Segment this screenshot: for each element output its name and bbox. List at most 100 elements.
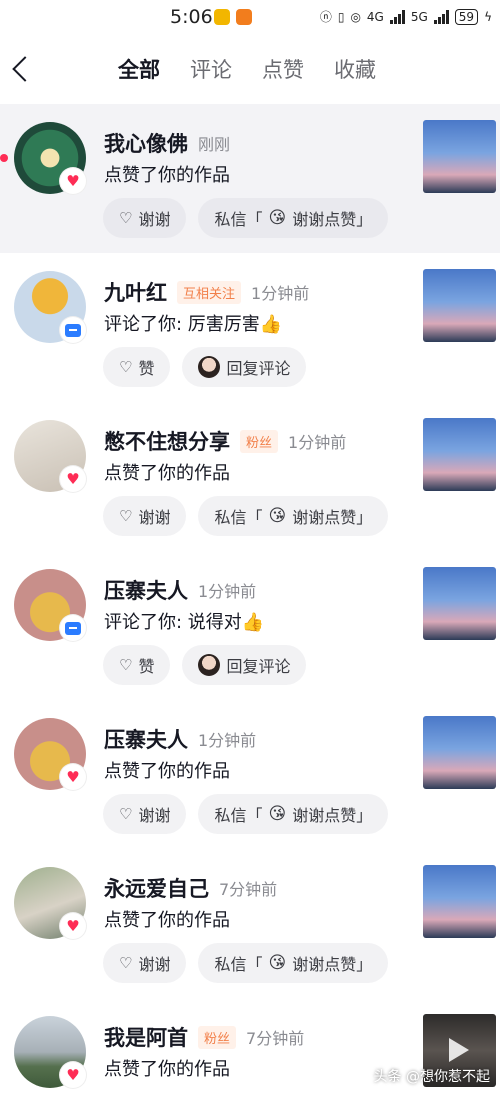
- thank-icon: ♡: [119, 209, 133, 227]
- message-thanks-button[interactable]: 私信「 😘 谢谢点赞」: [198, 794, 389, 834]
- user-name[interactable]: 憋不住想分享: [104, 426, 230, 456]
- action-text: 点赞了你的作品: [104, 165, 230, 186]
- action-text: 点赞了你的作品: [104, 910, 230, 931]
- thank-label: 谢谢: [138, 806, 171, 825]
- like-label: 赞: [138, 657, 155, 676]
- comment-badge: [60, 615, 86, 641]
- top-nav: 全部 评论 点赞 收藏: [0, 34, 500, 104]
- heart-icon: ♥: [66, 469, 80, 488]
- status-time: 5:06: [170, 6, 213, 28]
- vibrate-icon: ▯: [337, 9, 345, 24]
- signal-icon: [389, 9, 405, 24]
- action-text: 点赞了你的作品: [104, 1059, 230, 1080]
- notification-list: ♥ 我心像佛 刚刚 点赞了你的作品 ♡ 谢谢 私信「 😘 谢谢点赞」 九叶红 互相关注…: [0, 104, 500, 1098]
- thank-label: 谢谢: [138, 955, 171, 974]
- user-name[interactable]: 压寨夫人: [104, 575, 188, 605]
- thank-button[interactable]: ♡ 谢谢: [103, 198, 187, 238]
- message-prefix: 私信「: [214, 806, 263, 825]
- avatar: [198, 654, 221, 676]
- video-thumbnail[interactable]: [423, 418, 496, 491]
- video-thumbnail[interactable]: [423, 716, 496, 789]
- comment-icon: [65, 621, 81, 635]
- notification-item[interactable]: ♥ 永远爱自己 7分钟前 点赞了你的作品 ♡ 谢谢 私信「 😘 谢谢点赞」: [0, 849, 500, 998]
- message-thanks-button[interactable]: 私信「 😘 谢谢点赞」: [198, 496, 389, 536]
- thank-button[interactable]: ♡ 谢谢: [103, 794, 187, 834]
- like-badge: ♥: [60, 466, 86, 492]
- thank-icon: ♡: [119, 954, 133, 972]
- status-bar: 5:06 ⓝ ▯ ◎ 4G 5G 59 ϟ: [0, 0, 500, 34]
- like-comment-button[interactable]: ♡ 赞: [103, 347, 171, 387]
- hotspot-icon: ◎: [350, 9, 361, 24]
- user-name[interactable]: 我心像佛: [104, 128, 188, 158]
- timestamp: 1分钟前: [198, 582, 257, 601]
- app-notification-icon: [214, 9, 230, 25]
- message-label: 谢谢点赞」: [292, 806, 373, 825]
- video-thumbnail[interactable]: [423, 567, 496, 640]
- comment-text: 评论了你: 说得对👍: [104, 612, 265, 633]
- like-badge: ♥: [60, 913, 86, 939]
- network-label-1: 4G: [366, 9, 384, 24]
- notification-item[interactable]: ♥ 憋不住想分享 粉丝 1分钟前 点赞了你的作品 ♡ 谢谢 私信「 😘 谢谢点赞」: [0, 402, 500, 551]
- network-label-2: 5G: [410, 9, 428, 24]
- notification-item[interactable]: 压寨夫人 1分钟前 评论了你: 说得对👍 ♡ 赞 回复评论: [0, 551, 500, 700]
- timestamp: 7分钟前: [219, 880, 278, 899]
- notification-item[interactable]: 九叶红 互相关注 1分钟前 评论了你: 厉害厉害👍 ♡ 赞 回复评论: [0, 253, 500, 402]
- relation-tag: 互相关注: [177, 280, 242, 304]
- charging-icon: ϟ: [484, 9, 492, 24]
- thank-button[interactable]: ♡ 谢谢: [103, 496, 187, 536]
- notification-item[interactable]: ♥ 我心像佛 刚刚 点赞了你的作品 ♡ 谢谢 私信「 😘 谢谢点赞」: [0, 104, 500, 253]
- timestamp: 1分钟前: [288, 433, 347, 452]
- comment-icon: [65, 323, 81, 337]
- heart-icon: ♥: [66, 916, 80, 935]
- reply-comment-button[interactable]: 回复评论: [182, 347, 307, 387]
- tab-all[interactable]: 全部: [118, 54, 160, 84]
- heart-icon: ♥: [66, 767, 80, 786]
- message-label: 谢谢点赞」: [292, 955, 373, 974]
- nfc-icon: ⓝ: [319, 10, 332, 24]
- reply-label: 回复评论: [226, 359, 291, 378]
- video-thumbnail[interactable]: [423, 120, 496, 193]
- status-indicators: ⓝ ▯ ◎ 4G 5G 59 ϟ: [320, 8, 492, 25]
- user-name[interactable]: 九叶红: [104, 277, 167, 307]
- comment-badge: [60, 317, 86, 343]
- relation-tag: 粉丝: [240, 429, 279, 453]
- message-thanks-button[interactable]: 私信「 😘 谢谢点赞」: [198, 943, 389, 983]
- video-thumbnail[interactable]: [423, 269, 496, 342]
- kiss-emoji-icon: 😘: [268, 506, 287, 526]
- user-name[interactable]: 压寨夫人: [104, 724, 188, 754]
- message-prefix: 私信「: [214, 508, 263, 527]
- reply-comment-button[interactable]: 回复评论: [182, 645, 307, 685]
- relation-tag: 粉丝: [198, 1025, 237, 1049]
- play-icon: [449, 1038, 469, 1062]
- thank-icon: ♡: [119, 507, 133, 525]
- action-text: 点赞了你的作品: [104, 761, 230, 782]
- reply-label: 回复评论: [226, 657, 291, 676]
- kiss-emoji-icon: 😘: [268, 804, 287, 824]
- user-name[interactable]: 我是阿首: [104, 1022, 188, 1052]
- tab-likes[interactable]: 点赞: [262, 54, 304, 84]
- user-name[interactable]: 永远爱自己: [104, 873, 209, 903]
- battery-icon: 59: [454, 8, 479, 25]
- heart-outline-icon: ♡: [119, 656, 133, 674]
- timestamp: 刚刚: [198, 135, 231, 154]
- kiss-emoji-icon: 😘: [268, 953, 287, 973]
- action-text: 点赞了你的作品: [104, 463, 230, 484]
- message-prefix: 私信「: [214, 210, 263, 229]
- thank-label: 谢谢: [138, 210, 171, 229]
- thank-button[interactable]: ♡ 谢谢: [103, 943, 187, 983]
- heart-icon: ♥: [66, 171, 80, 190]
- like-comment-button[interactable]: ♡ 赞: [103, 645, 171, 685]
- thank-icon: ♡: [119, 805, 133, 823]
- like-badge: ♥: [60, 1062, 86, 1088]
- message-label: 谢谢点赞」: [292, 508, 373, 527]
- kiss-emoji-icon: 😘: [268, 208, 287, 228]
- message-thanks-button[interactable]: 私信「 😘 谢谢点赞」: [198, 198, 389, 238]
- tab-comments[interactable]: 评论: [190, 54, 232, 84]
- like-label: 赞: [138, 359, 155, 378]
- tab-favorites[interactable]: 收藏: [334, 54, 376, 84]
- tab-bar: 全部 评论 点赞 收藏: [118, 54, 376, 84]
- signal-icon: [433, 9, 449, 24]
- video-thumbnail[interactable]: [423, 865, 496, 938]
- notification-item[interactable]: ♥ 压寨夫人 1分钟前 点赞了你的作品 ♡ 谢谢 私信「 😘 谢谢点赞」: [0, 700, 500, 849]
- chevron-left-icon[interactable]: [8, 54, 34, 84]
